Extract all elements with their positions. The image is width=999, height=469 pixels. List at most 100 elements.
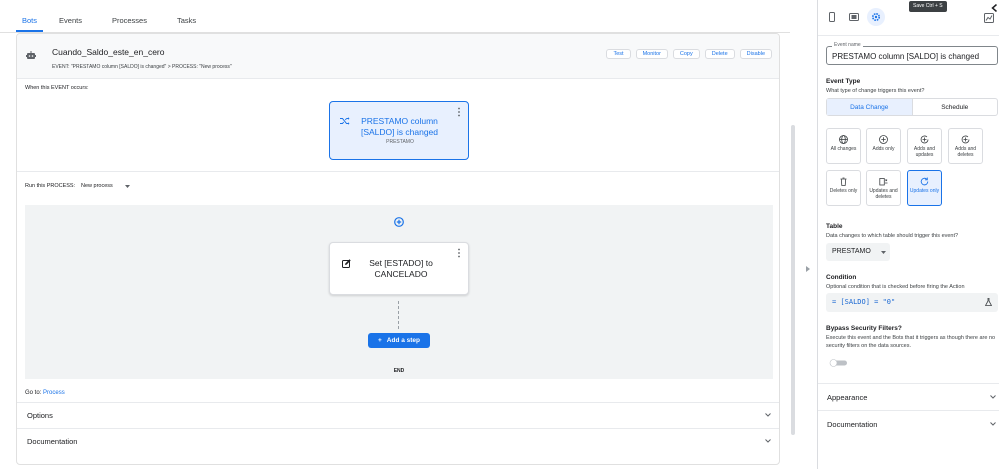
plus-icon: + (377, 337, 382, 344)
process-section-label: Run this PROCESS: (25, 183, 76, 189)
event-card-title: PRESTAMO column [SALDO] is changed (360, 116, 438, 137)
change-type-adds[interactable]: Adds only (866, 128, 901, 164)
change-type-adds-deletes[interactable]: Adds and deletes (948, 128, 983, 164)
chevron-left-icon[interactable] (991, 4, 998, 12)
step-title: Set [ESTADO] to CANCELADO (369, 258, 433, 279)
change-type-label: Adds and deletes (954, 146, 977, 158)
more-vert-icon[interactable] (457, 248, 461, 258)
change-type-adds-updates[interactable]: Adds and updates (907, 128, 942, 164)
process-select[interactable]: New process (81, 183, 113, 189)
settings-panel: Save Ctrl + S Event name PRESTAMO column… (817, 0, 999, 469)
table-desc: Data changes to which table should trigg… (826, 233, 959, 239)
goto-process-link[interactable]: Process (43, 390, 65, 396)
schedule-option[interactable]: Schedule (913, 99, 998, 115)
change-type-label: Adds only (872, 146, 895, 152)
tablet-icon[interactable] (849, 12, 859, 22)
add-step-label: Add a step (386, 337, 421, 344)
change-type-updates[interactable]: Updates only (907, 170, 942, 206)
change-type-deletes[interactable]: Deletes only (826, 170, 861, 206)
globe-icon (839, 135, 848, 144)
tab-bots[interactable]: Bots (16, 0, 44, 32)
chevron-down-icon (765, 413, 771, 417)
bot-header[interactable]: Cuando_Saldo_este_en_cero EVENT: "PRESTA… (17, 34, 779, 79)
panel-documentation-label: Documentation (827, 420, 878, 429)
shuffle-icon (340, 117, 350, 125)
change-type-label: Updates and deletes (869, 188, 898, 200)
options-label: Options (27, 411, 53, 420)
goto-prefix: Go to: (25, 390, 42, 396)
connector-line (398, 301, 399, 329)
event-name-label: Event name (832, 42, 863, 48)
tab-tasks[interactable]: Tasks (169, 0, 210, 32)
settings-tab[interactable] (867, 8, 885, 26)
tab-events[interactable]: Events (51, 0, 96, 32)
add-circle-icon[interactable] (394, 217, 404, 227)
change-type-label: All changes (830, 146, 857, 152)
change-type-label: Deletes only (829, 188, 858, 194)
event-name-field[interactable]: Event name PRESTAMO column [SALDO] is ch… (826, 42, 998, 65)
plus-circle-icon (879, 135, 888, 144)
documentation-section[interactable]: Documentation (17, 428, 779, 454)
caret-down-icon (881, 251, 886, 254)
plus-refresh-icon (920, 135, 929, 144)
change-type-all[interactable]: All changes (826, 128, 861, 164)
condition-value: = [SALDO] = "0" (832, 298, 896, 306)
appearance-label: Appearance (827, 393, 868, 402)
panel-toolbar: Save Ctrl + S (818, 0, 999, 36)
end-label: END (393, 368, 405, 374)
bot-actions: Test Monitor Copy Delete Disable (606, 49, 772, 59)
event-name-value: PRESTAMO column [SALDO] is changed (832, 52, 980, 61)
top-tabs: Bots Events Processes Tasks (16, 0, 218, 32)
bypass-title: Bypass Security Filters? (826, 325, 902, 332)
documentation-label: Documentation (27, 437, 78, 446)
table-select[interactable]: PRESTAMO (826, 243, 890, 261)
condition-title: Condition (826, 274, 857, 281)
flask-icon[interactable] (985, 298, 992, 306)
bot-subtitle: EVENT: "PRESTAMO column [SALDO] is chang… (52, 64, 232, 70)
options-section[interactable]: Options (17, 402, 779, 428)
panel-documentation-section[interactable]: Documentation (818, 410, 999, 437)
condition-desc: Optional condition that is checked befor… (826, 284, 965, 290)
test-button[interactable]: Test (606, 49, 631, 59)
phone-icon[interactable] (827, 12, 837, 22)
event-type-toggle: Data Change Schedule (826, 98, 998, 116)
refresh-icon (920, 177, 929, 186)
event-type-desc: What type of change triggers this event? (826, 88, 925, 94)
caret-down-icon[interactable] (125, 185, 130, 188)
process-canvas: Set [ESTADO] to CANCELADO + Add a step E… (25, 205, 773, 379)
scrollbar[interactable] (791, 125, 795, 435)
event-card-table: PRESTAMO (386, 139, 414, 145)
change-type-updates-deletes[interactable]: Updates and deletes (866, 170, 901, 206)
bot-card: Cuando_Saldo_este_en_cero EVENT: "PRESTA… (16, 33, 780, 465)
copy-button[interactable]: Copy (672, 49, 700, 59)
table-title: Table (826, 223, 843, 230)
appearance-section[interactable]: Appearance (818, 383, 999, 410)
analytics-icon[interactable] (984, 13, 994, 23)
condition-input[interactable]: = [SALDO] = "0" (826, 293, 998, 312)
tab-processes[interactable]: Processes (104, 0, 161, 32)
event-card[interactable]: PRESTAMO column [SALDO] is changed PREST… (329, 101, 469, 160)
more-vert-icon[interactable] (457, 107, 461, 117)
event-type-title: Event Type (826, 78, 861, 85)
save-tooltip: Save Ctrl + S (909, 1, 947, 12)
chevron-right-icon[interactable] (806, 266, 810, 272)
editor-pane: Bots Events Processes Tasks Cuando_Saldo… (0, 0, 817, 469)
chevron-down-icon (990, 422, 996, 426)
trash-icon (840, 177, 847, 186)
delete-button[interactable]: Delete (704, 49, 735, 59)
update-delete-icon (879, 178, 888, 186)
add-step-button[interactable]: + Add a step (368, 333, 430, 348)
edit-icon (342, 259, 351, 268)
monitor-button[interactable]: Monitor (635, 49, 668, 59)
bypass-desc: Execute this event and the Bots that it … (826, 335, 996, 349)
process-step-card[interactable]: Set [ESTADO] to CANCELADO (329, 242, 469, 295)
chevron-down-icon (765, 439, 771, 443)
goto-row: Go to: Process (25, 390, 65, 396)
plus-delete-icon (961, 135, 970, 144)
bypass-toggle[interactable] (829, 359, 848, 367)
gear-icon (871, 12, 881, 22)
bot-title: Cuando_Saldo_este_en_cero (52, 47, 165, 57)
disable-button[interactable]: Disable (739, 49, 772, 59)
event-section-label: When this EVENT occurs: (25, 85, 89, 91)
data-change-option[interactable]: Data Change (827, 99, 913, 115)
